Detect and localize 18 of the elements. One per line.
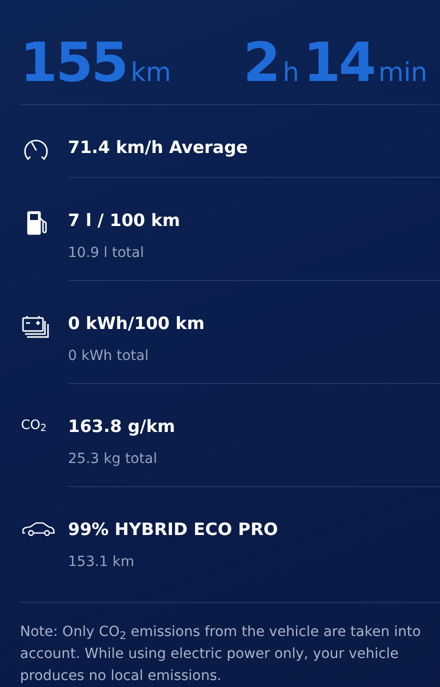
- stat-value: 71.4 km/h Average: [68, 137, 249, 159]
- emissions-note: Note: Only CO$_{2}$ emissions from the vehicle are taken into account. While using electric power only, your vehicle produces no local emissions.: [20, 623, 422, 686]
- stat-total: 25.3 kg total: [68, 450, 158, 468]
- stat-total: 0 kWh total: [68, 347, 150, 365]
- distance-unit: km: [130, 57, 172, 90]
- duration-value: 2: [243, 36, 279, 90]
- stat-value: 7 l / 100 km: [68, 210, 182, 232]
- stat-value: 163.8 g/km: [68, 416, 176, 438]
- co2-icon: CO$_{2}$: [21, 416, 47, 487]
- distance-value: 155: [20, 36, 127, 90]
- duration-unit: min: [378, 57, 428, 90]
- stat-value: 0 kWh/100 km: [68, 313, 206, 335]
- stat-total: 153.1 km: [68, 553, 136, 571]
- duration-value: 14: [303, 36, 374, 90]
- stat-total: 10.9 l total: [68, 244, 145, 262]
- duration-unit: h: [282, 57, 300, 90]
- battery-icon: [21, 313, 51, 339]
- stat-value: 99% HYBRID ECO PRO: [68, 519, 280, 541]
